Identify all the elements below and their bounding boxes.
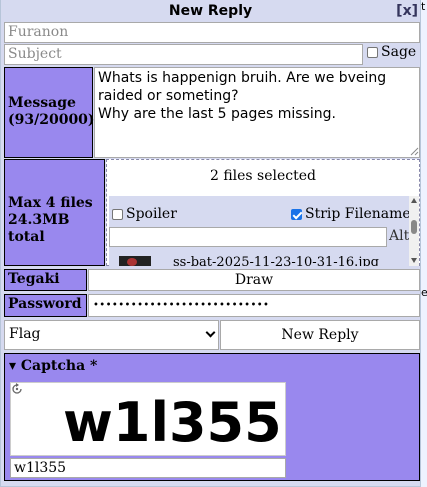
chevron-down-icon bbox=[205, 327, 216, 338]
strip-filename-option[interactable]: Strip Filename bbox=[291, 206, 409, 222]
sage-option[interactable]: Sage bbox=[367, 44, 416, 60]
file-thumbnail bbox=[119, 256, 151, 266]
scroll-up-icon[interactable] bbox=[411, 198, 417, 203]
captcha-glyphs: w1l355 bbox=[63, 391, 282, 454]
files-selected-status: 2 files selected bbox=[209, 168, 317, 184]
captcha-toggle[interactable]: ▾ Captcha * bbox=[9, 358, 97, 374]
spoiler-checkbox[interactable] bbox=[112, 208, 123, 220]
password-label-text: Password bbox=[8, 296, 82, 312]
submit-reply-button[interactable]: New Reply bbox=[220, 320, 420, 350]
files-max-count: Max 4 files bbox=[8, 195, 93, 211]
files-max-size: 24.3MB total bbox=[8, 212, 70, 245]
captcha-section: ▾ Captcha * w1l355 w1l355 bbox=[4, 353, 420, 481]
message-char-count: (93/20000) bbox=[8, 112, 95, 128]
spoiler-label: Spoiler bbox=[126, 206, 177, 222]
scroll-down-icon[interactable] bbox=[411, 258, 417, 263]
message-label: Message (93/20000) bbox=[4, 67, 95, 158]
flag-select[interactable]: Flag bbox=[4, 320, 219, 350]
captcha-answer-input[interactable]: w1l355 bbox=[10, 458, 286, 478]
subject-placeholder: Subject bbox=[8, 46, 62, 62]
sage-checkbox[interactable] bbox=[367, 46, 378, 58]
tegaki-label: Tegaki bbox=[4, 269, 87, 291]
tegaki-label-text: Tegaki bbox=[8, 271, 60, 287]
message-textarea[interactable]: Whats is happenign bruih. Are we bveing … bbox=[94, 67, 420, 158]
resize-grip-icon[interactable] bbox=[409, 146, 419, 156]
alt-text-input[interactable] bbox=[109, 227, 387, 247]
spoiler-option[interactable]: Spoiler bbox=[112, 206, 177, 222]
password-field[interactable]: •••••••••••••••••••••••••••• bbox=[88, 294, 420, 317]
file-list-scrollbar[interactable] bbox=[409, 196, 419, 266]
alt-text-label: Alt bbox=[389, 228, 409, 244]
files-label: Max 4 files 24.3MB total bbox=[4, 159, 105, 266]
captcha-image: w1l355 bbox=[10, 382, 286, 456]
scrollbar-thumb[interactable] bbox=[411, 220, 417, 234]
password-mask: •••••••••••••••••••••••••••• bbox=[93, 300, 270, 311]
name-field[interactable]: Furanon bbox=[4, 22, 420, 43]
sage-label: Sage bbox=[381, 44, 417, 60]
file-name: ss-bat-2025-11-23-10-31-16.jpg bbox=[173, 255, 379, 267]
reload-icon[interactable] bbox=[11, 383, 23, 395]
message-label-text: Message bbox=[8, 95, 76, 111]
captcha-image-text: w1l355 bbox=[63, 391, 282, 454]
close-button[interactable]: [x] bbox=[396, 0, 418, 22]
strip-filename-checkbox[interactable] bbox=[291, 208, 302, 220]
file-dropzone[interactable]: 2 files selected Spoiler Strip Filename … bbox=[106, 159, 420, 266]
reply-dialog: New Reply [x] Furanon Subject Sage Messa… bbox=[0, 0, 421, 487]
flag-select-value: Flag bbox=[9, 326, 41, 342]
selected-files-list: Spoiler Strip Filename Alt ss-bat-2025-1… bbox=[109, 196, 409, 266]
name-placeholder: Furanon bbox=[8, 24, 69, 40]
draw-button[interactable]: Draw bbox=[88, 269, 420, 291]
password-label: Password bbox=[4, 294, 87, 317]
dialog-title[interactable]: New Reply bbox=[1, 0, 420, 22]
subject-field[interactable]: Subject bbox=[4, 44, 363, 65]
strip-filename-label: Strip Filename bbox=[305, 206, 409, 222]
